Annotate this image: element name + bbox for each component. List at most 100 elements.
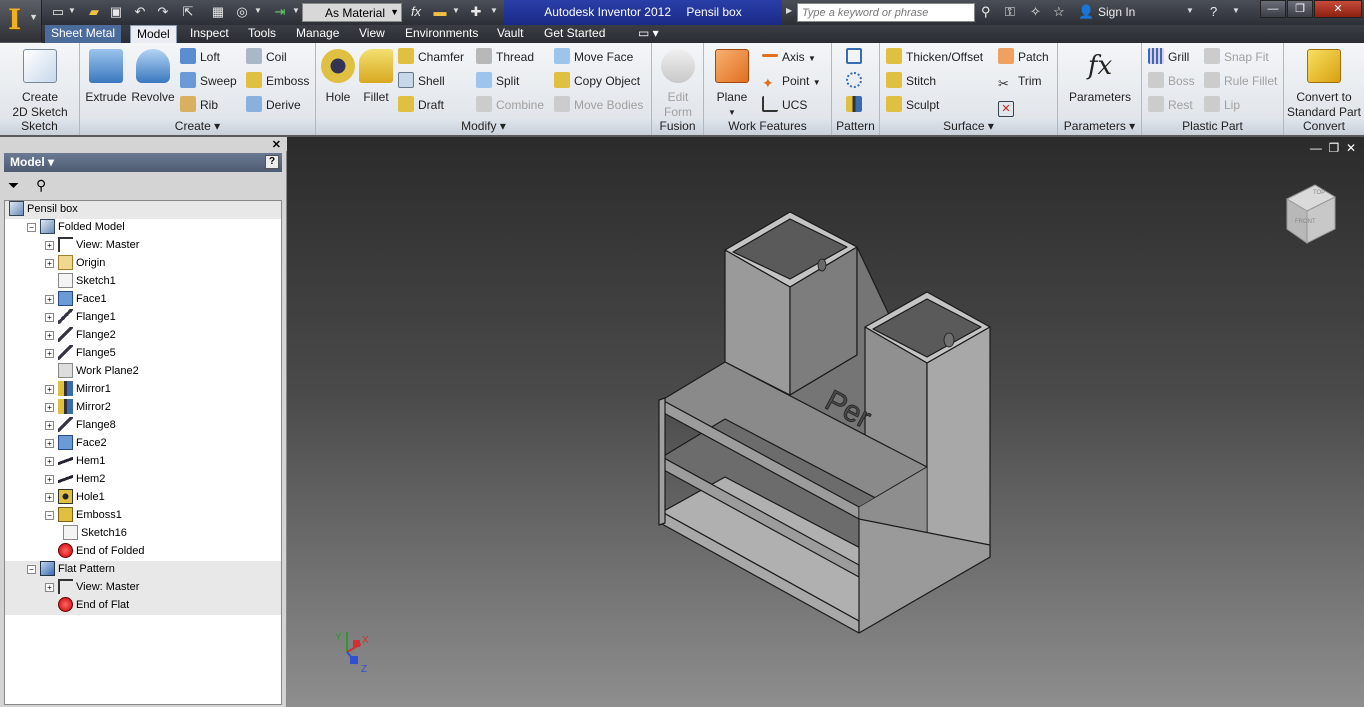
snap-fit-button[interactable]: Snap Fit — [1204, 48, 1269, 68]
tree-expander[interactable]: + — [45, 331, 54, 340]
tree-expander[interactable]: + — [45, 295, 54, 304]
ribbon-options-icon[interactable]: ▭ ▾ — [632, 25, 665, 43]
open-icon[interactable]: ▰ — [86, 4, 102, 20]
tab-get-started[interactable]: Get Started — [538, 25, 611, 43]
tree-node[interactable]: + Hole1 — [45, 489, 105, 507]
graphics-viewport[interactable]: — ❐ ✕ FRONT TOP Per Y X Z — [287, 137, 1364, 707]
tree-node[interactable]: + Face2 — [45, 435, 107, 453]
binoculars-icon[interactable]: ⚲ — [36, 177, 46, 194]
pencil-box-model[interactable]: Per — [658, 211, 991, 634]
new-icon[interactable]: ▭ — [50, 4, 66, 20]
favorites-icon[interactable]: ☆ — [1053, 4, 1065, 20]
return-icon[interactable]: ⇥ — [272, 4, 288, 20]
rule-fillet-button[interactable]: Rule Fillet — [1204, 72, 1277, 92]
tree-node[interactable]: + Flange5 — [45, 345, 116, 363]
tree-node[interactable]: Sketch16 — [63, 525, 127, 543]
tree-node[interactable]: + Hem1 — [45, 453, 105, 471]
parameters-button[interactable]: fx Parameters — [1062, 47, 1138, 105]
tree-node[interactable]: − Flat Pattern — [27, 561, 115, 579]
revolve-button[interactable]: Revolve — [130, 47, 176, 105]
panel-title-modify[interactable]: Modify ▾ — [316, 119, 651, 135]
tree-node[interactable]: − Emboss1 — [45, 507, 122, 525]
rib-button[interactable]: Rib — [180, 96, 218, 116]
move-bodies-button[interactable]: Move Bodies — [554, 96, 643, 116]
save-icon[interactable]: ▣ — [108, 4, 124, 20]
tree-expander[interactable]: + — [45, 439, 54, 448]
communication-icon[interactable]: ✧ — [1030, 4, 1041, 20]
tree-node[interactable]: Sketch1 — [45, 273, 116, 291]
sculpt-button[interactable]: Sculpt — [886, 96, 939, 116]
material-select[interactable]: As Material ▼ — [302, 3, 402, 22]
edit-form-button[interactable]: Edit Form — [656, 47, 700, 120]
tab-view[interactable]: View — [353, 25, 391, 43]
tree-node[interactable]: + Flange8 — [45, 417, 116, 435]
emboss-button[interactable]: Emboss — [246, 72, 309, 92]
chevron-down-icon[interactable]: ▼ — [292, 6, 300, 15]
shell-button[interactable]: Shell — [398, 72, 445, 92]
tab-model[interactable]: Model — [130, 25, 177, 43]
draft-button[interactable]: Draft — [398, 96, 444, 116]
tab-inspect[interactable]: Inspect — [184, 25, 235, 43]
tree-node[interactable]: + Mirror1 — [45, 381, 111, 399]
tab-manage[interactable]: Manage — [290, 25, 345, 43]
chevron-down-icon[interactable]: ▼ — [1232, 6, 1240, 15]
stitch-button[interactable]: Stitch — [886, 72, 936, 92]
tree-node[interactable]: + View: Master — [45, 579, 139, 597]
create-2d-sketch-button[interactable]: Create 2D Sketch — [4, 47, 76, 120]
add-icon[interactable]: ✚ — [468, 4, 484, 20]
trim-button[interactable]: ✂ Trim — [998, 72, 1042, 92]
thicken-offset-button[interactable]: Thicken/Offset — [886, 48, 983, 68]
tree-node[interactable]: Pensil box — [9, 201, 78, 219]
tree-node[interactable]: + Flange2 — [45, 327, 116, 345]
tab-sheet-metal[interactable]: Sheet Metal — [45, 25, 122, 43]
extrude-button[interactable]: Extrude — [84, 47, 128, 105]
move-face-button[interactable]: Move Face — [554, 48, 633, 68]
application-menu-button[interactable]: I ▼ — [0, 0, 42, 42]
user-icon[interactable]: 👤 — [1078, 4, 1094, 20]
tree-node[interactable]: + View: Master — [45, 237, 139, 255]
lip-button[interactable]: Lip — [1204, 96, 1240, 116]
tree-expander[interactable]: − — [27, 223, 36, 232]
undo-icon[interactable]: ↶ — [132, 4, 148, 20]
tree-expander[interactable]: + — [45, 349, 54, 358]
appearance-icon[interactable]: ◎ — [234, 4, 250, 20]
tree-node[interactable]: − Folded Model — [27, 219, 125, 237]
rest-button[interactable]: Rest — [1148, 96, 1193, 116]
chevron-down-icon[interactable]: ▼ — [68, 6, 76, 15]
close-button[interactable]: ✕ — [1314, 0, 1362, 18]
tree-node[interactable]: Work Plane2 — [45, 363, 139, 381]
tab-vault[interactable]: Vault — [491, 25, 529, 43]
viewcube[interactable]: FRONT TOP — [1285, 184, 1337, 244]
update-icon[interactable]: ▦ — [210, 4, 226, 20]
tree-expander[interactable]: + — [45, 493, 54, 502]
sweep-button[interactable]: Sweep — [180, 72, 237, 92]
plane-button[interactable]: Plane ▼ — [710, 47, 754, 120]
coil-button[interactable]: Coil — [246, 48, 287, 68]
redo-icon[interactable]: ↷ — [155, 4, 171, 20]
point-button[interactable]: ✦ Point ▼ — [762, 72, 821, 92]
key-icon[interactable]: ⚿ — [1005, 4, 1015, 20]
chevron-right-icon[interactable]: ▶ — [786, 6, 792, 15]
loft-button[interactable]: Loft — [180, 48, 220, 68]
tree-node[interactable]: + Flange1 — [45, 309, 116, 327]
copy-object-button[interactable]: Copy Object — [554, 72, 640, 92]
chevron-down-icon[interactable]: ▼ — [452, 6, 460, 15]
chamfer-button[interactable]: Chamfer — [398, 48, 464, 68]
tree-node[interactable]: End of Folded — [45, 543, 145, 561]
maximize-button[interactable]: ❐ — [1287, 0, 1313, 18]
sign-in-link[interactable]: Sign In — [1098, 5, 1135, 19]
tree-node[interactable]: + Mirror2 — [45, 399, 111, 417]
panel-title-parameters[interactable]: Parameters ▾ — [1058, 119, 1141, 135]
hole-button[interactable]: Hole — [320, 47, 356, 105]
ucs-button[interactable]: UCS — [762, 96, 807, 116]
close-icon[interactable]: ✕ — [272, 138, 281, 151]
tree-expander[interactable]: + — [45, 241, 54, 250]
tree-expander[interactable]: + — [45, 583, 54, 592]
filter-icon[interactable]: ⏷ — [8, 177, 19, 194]
panel-title-surface[interactable]: Surface ▾ — [880, 119, 1057, 135]
rectangular-pattern-button[interactable] — [846, 48, 866, 68]
tree-expander[interactable]: + — [45, 403, 54, 412]
tree-expander[interactable]: + — [45, 475, 54, 484]
tree-expander[interactable]: − — [45, 511, 54, 520]
axis-button[interactable]: Axis ▼ — [762, 48, 816, 68]
